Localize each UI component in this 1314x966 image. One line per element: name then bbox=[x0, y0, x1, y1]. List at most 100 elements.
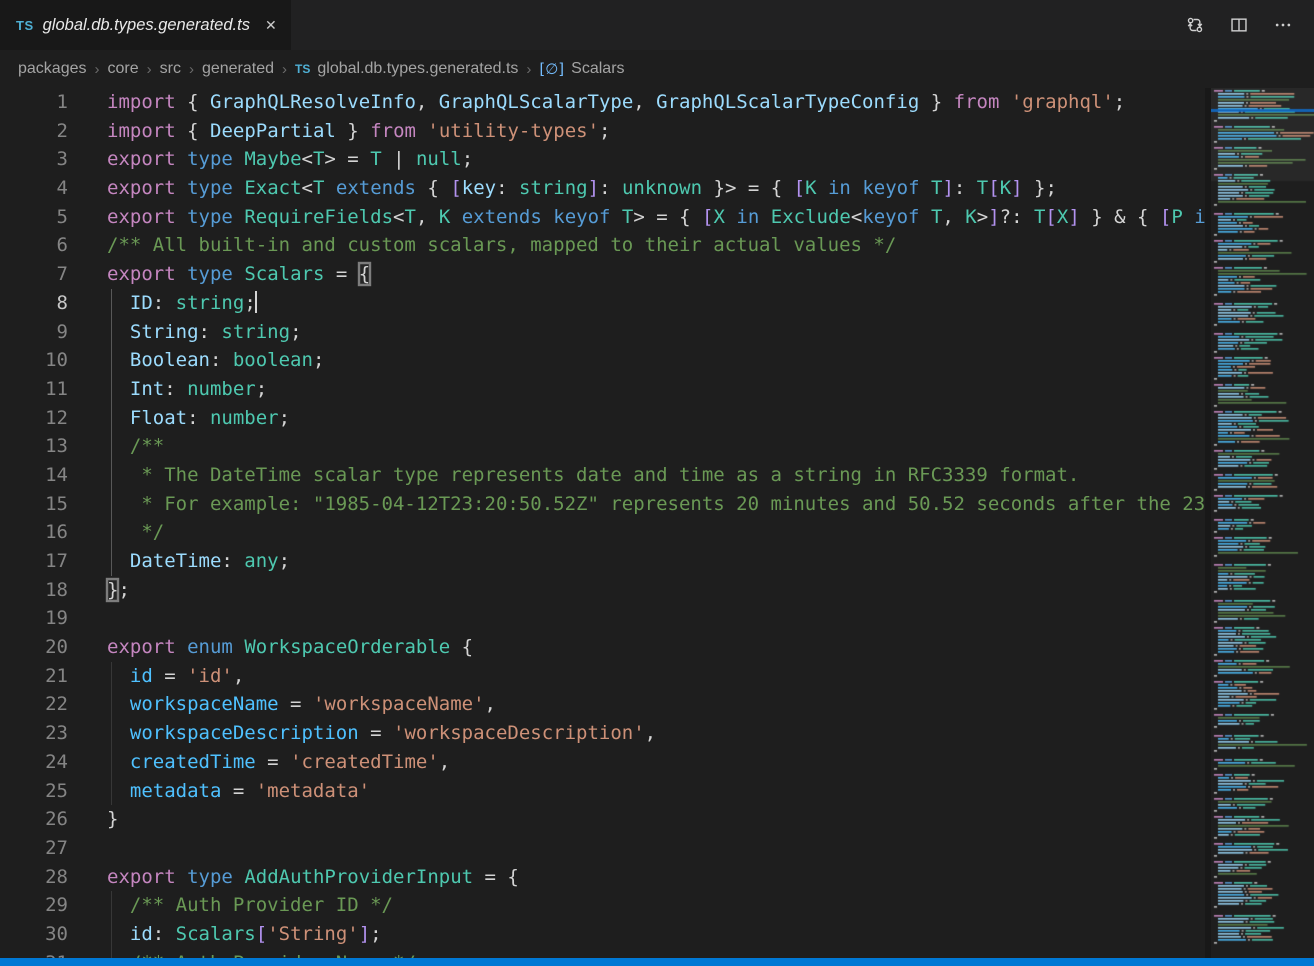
open-changes-icon[interactable] bbox=[1186, 16, 1204, 34]
code-line[interactable]: 23 workspaceDescription = 'workspaceDesc… bbox=[0, 719, 1205, 748]
code-line[interactable]: 16 */ bbox=[0, 518, 1205, 547]
line-number: 26 bbox=[0, 805, 68, 834]
code-token bbox=[107, 665, 130, 687]
code-line[interactable]: 27 bbox=[0, 834, 1205, 863]
code-line[interactable]: 3export type Maybe<T> = T | null; bbox=[0, 145, 1205, 174]
code-token: type bbox=[187, 177, 233, 199]
code-line[interactable]: 20export enum WorkspaceOrderable { bbox=[0, 633, 1205, 662]
code-line[interactable]: 6/** All built-in and custom scalars, ma… bbox=[0, 231, 1205, 260]
code-line[interactable]: 17 DateTime: any; bbox=[0, 547, 1205, 576]
code-text: export type Scalars = { bbox=[107, 260, 370, 289]
split-editor-icon[interactable] bbox=[1230, 16, 1248, 34]
line-number: 17 bbox=[0, 547, 68, 576]
breadcrumb-item-packages[interactable]: packages bbox=[18, 60, 87, 78]
code-token: | bbox=[382, 148, 416, 170]
code-token: number bbox=[187, 378, 256, 400]
code-line[interactable]: 11 Int: number; bbox=[0, 375, 1205, 404]
code-line[interactable]: 2import { DeepPartial } from 'utility-ty… bbox=[0, 117, 1205, 146]
code-token: [ bbox=[702, 206, 713, 228]
code-token: } bbox=[1034, 177, 1045, 199]
code-token: } bbox=[107, 579, 118, 601]
line-number: 13 bbox=[0, 432, 68, 461]
code-token: ; bbox=[313, 349, 324, 371]
code-token: DateTime bbox=[130, 550, 222, 572]
breadcrumb-item-file[interactable]: global.db.types.generated.ts bbox=[317, 60, 518, 78]
code-editor[interactable]: 1import { GraphQLResolveInfo, GraphQLSca… bbox=[0, 88, 1205, 966]
code-token: ] bbox=[1011, 177, 1022, 199]
code-token: { bbox=[187, 91, 198, 113]
code-text: } bbox=[107, 805, 118, 834]
code-token: Boolean bbox=[130, 349, 210, 371]
code-line[interactable]: 25 metadata = 'metadata' bbox=[0, 777, 1205, 806]
code-line[interactable]: 22 workspaceName = 'workspaceName', bbox=[0, 690, 1205, 719]
code-token: ; bbox=[290, 321, 301, 343]
code-line[interactable]: 26} bbox=[0, 805, 1205, 834]
code-token: X bbox=[1057, 206, 1068, 228]
code-token: > = bbox=[324, 148, 370, 170]
code-token: , bbox=[645, 722, 656, 744]
code-line[interactable]: 19 bbox=[0, 604, 1205, 633]
line-number: 9 bbox=[0, 318, 68, 347]
code-token: ] bbox=[588, 177, 599, 199]
status-bar[interactable] bbox=[0, 958, 1314, 966]
code-line[interactable]: 29 /** Auth Provider ID */ bbox=[0, 891, 1205, 920]
code-token: id bbox=[130, 923, 153, 945]
code-token: : bbox=[954, 177, 977, 199]
code-token: , bbox=[633, 91, 656, 113]
code-line[interactable]: 5export type RequireFields<T, K extends … bbox=[0, 203, 1205, 232]
code-line[interactable]: 8 ID: string; bbox=[0, 289, 1205, 318]
code-token: T bbox=[1034, 206, 1045, 228]
code-line[interactable]: 10 Boolean: boolean; bbox=[0, 346, 1205, 375]
code-token: = bbox=[473, 866, 507, 888]
code-line[interactable]: 4export type Exact<T extends { [key: str… bbox=[0, 174, 1205, 203]
code-line[interactable]: 30 id: Scalars['String']; bbox=[0, 920, 1205, 949]
code-line[interactable]: 1import { GraphQLResolveInfo, GraphQLSca… bbox=[0, 88, 1205, 117]
code-text: id: Scalars['String']; bbox=[107, 920, 382, 949]
code-text: Int: number; bbox=[107, 375, 267, 404]
code-token: < bbox=[393, 206, 404, 228]
code-token bbox=[691, 206, 702, 228]
code-token bbox=[107, 407, 130, 429]
breadcrumb-item-core[interactable]: core bbox=[108, 60, 139, 78]
line-number: 12 bbox=[0, 404, 68, 433]
code-text: id = 'id', bbox=[107, 662, 244, 691]
code-token bbox=[107, 693, 130, 715]
breadcrumb-item-generated[interactable]: generated bbox=[202, 60, 274, 78]
chevron-right-icon: › bbox=[147, 61, 152, 78]
code-token bbox=[416, 177, 427, 199]
code-line[interactable]: 28export type AddAuthProviderInput = { bbox=[0, 863, 1205, 892]
minimap[interactable] bbox=[1211, 88, 1314, 958]
code-line[interactable]: 14 * The DateTime scalar type represents… bbox=[0, 461, 1205, 490]
code-line[interactable]: 13 /** bbox=[0, 432, 1205, 461]
chevron-right-icon: › bbox=[282, 61, 287, 78]
breadcrumb-item-symbol[interactable]: Scalars bbox=[571, 60, 624, 78]
breadcrumb-item-src[interactable]: src bbox=[160, 60, 181, 78]
code-token: { bbox=[359, 263, 370, 285]
code-line[interactable]: 18}; bbox=[0, 576, 1205, 605]
code-line[interactable]: 9 String: string; bbox=[0, 318, 1205, 347]
code-line[interactable]: 24 createdTime = 'createdTime', bbox=[0, 748, 1205, 777]
code-token bbox=[439, 177, 450, 199]
code-text: export type RequireFields<T, K extends k… bbox=[107, 203, 1205, 232]
code-line[interactable]: 12 Float: number; bbox=[0, 404, 1205, 433]
more-actions-icon[interactable] bbox=[1274, 16, 1292, 34]
code-token: : bbox=[496, 177, 519, 199]
close-icon[interactable]: ✕ bbox=[265, 17, 277, 34]
tab-global-db-types-generated-ts[interactable]: TS global.db.types.generated.ts ✕ bbox=[0, 0, 291, 50]
code-token: in bbox=[1194, 206, 1205, 228]
code-token: > = bbox=[725, 177, 771, 199]
code-token bbox=[176, 263, 187, 285]
code-token: < bbox=[302, 177, 313, 199]
code-line[interactable]: 7export type Scalars = { bbox=[0, 260, 1205, 289]
code-token: ID bbox=[130, 292, 153, 314]
line-number: 5 bbox=[0, 203, 68, 232]
code-token bbox=[176, 91, 187, 113]
code-token: DeepPartial bbox=[210, 120, 336, 142]
code-token: number bbox=[210, 407, 279, 429]
code-line[interactable]: 21 id = 'id', bbox=[0, 662, 1205, 691]
vscode-editor-window: TS global.db.types.generated.ts ✕ bbox=[0, 0, 1314, 966]
code-token: : bbox=[153, 292, 176, 314]
code-line[interactable]: 15 * For example: "1985-04-12T23:20:50.5… bbox=[0, 490, 1205, 519]
code-token: K bbox=[805, 177, 816, 199]
code-token bbox=[725, 206, 736, 228]
